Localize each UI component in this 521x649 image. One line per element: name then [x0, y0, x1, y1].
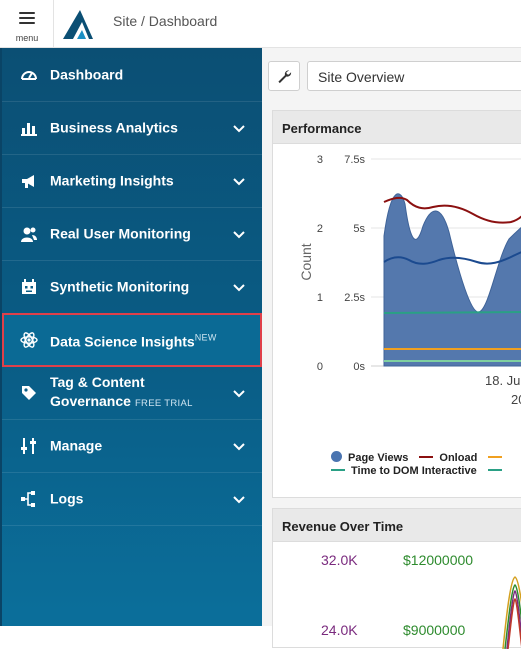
robot-icon: [20, 278, 38, 296]
chevron-down-icon: [232, 280, 246, 294]
main-content: Site Overview Performance 3 2 1 0 7.5s 5…: [262, 48, 521, 649]
revenue-card: Revenue Over Time 32.0K $12000000 24.0K …: [272, 508, 521, 649]
chevron-down-icon: [232, 439, 246, 453]
revenue-title: Revenue Over Time: [273, 509, 521, 542]
atom-icon: [20, 331, 38, 349]
gauge-icon: [20, 66, 38, 84]
sidebar-item-business-analytics[interactable]: Business Analytics: [2, 101, 262, 155]
chevron-down-icon: [232, 121, 246, 135]
chevron-down-icon: [232, 386, 246, 400]
x-axis-date: 18. Ju: [485, 373, 520, 388]
legend-page-views[interactable]: Page Views: [331, 451, 409, 464]
y-axis-label: Count: [298, 243, 314, 280]
line-swatch: [488, 456, 503, 458]
line-swatch: [487, 469, 502, 471]
revenue-left-axis-tick: 24.0K: [321, 622, 358, 638]
page-views-area: [383, 193, 521, 367]
sidebar-item-data-science-insights[interactable]: Data Science InsightsNEW: [2, 313, 262, 367]
sidebar-item-label: Business Analytics: [50, 119, 178, 135]
chart-legend: Page Views Onload Time to DOM Interactiv…: [331, 451, 508, 479]
revenue-left-axis-tick: 32.0K: [321, 552, 358, 568]
performance-chart[interactable]: 3 2 1 0 7.5s 5s 2.5s 0s Count 18. Ju 20: [273, 144, 521, 444]
users-icon: [20, 225, 38, 243]
chevron-down-icon: [232, 492, 246, 506]
count-tick: 2: [317, 223, 323, 235]
sidebar-item-real-user-monitoring[interactable]: Real User Monitoring: [2, 207, 262, 261]
megaphone-icon: [20, 172, 38, 190]
tti-line: [383, 311, 521, 314]
tag-icon: [20, 384, 38, 402]
time-tick: 5s: [353, 223, 365, 235]
chevron-down-icon: [232, 227, 246, 241]
new-badge: NEW: [194, 332, 217, 343]
revenue-chart-peaks: [502, 576, 521, 649]
sidebar-item-synthetic-monitoring[interactable]: Synthetic Monitoring: [2, 260, 262, 314]
sidebar-item-manage[interactable]: Manage: [2, 419, 262, 473]
sidebar-item-label: Data Science InsightsNEW: [50, 328, 217, 351]
settings-button[interactable]: [268, 61, 300, 91]
performance-card: Performance 3 2 1 0 7.5s 5s 2.5s 0s Coun…: [272, 110, 521, 498]
sidebar: Dashboard Business Analytics Marketing I…: [0, 48, 262, 626]
breadcrumb: Site / Dashboard: [113, 13, 218, 29]
sidebar-item-text-line2: Governance: [50, 392, 131, 409]
count-tick: 1: [317, 292, 323, 304]
x-axis-year: 20: [511, 392, 521, 407]
sidebar-item-label: Dashboard: [50, 66, 124, 82]
sidebar-item-tag-content-governance[interactable]: Tag & Content Governance FREE TRIAL: [2, 366, 262, 420]
sidebar-item-dashboard[interactable]: Dashboard: [2, 48, 262, 102]
logo-icon: [63, 10, 93, 39]
count-tick: 3: [317, 154, 323, 166]
revenue-right-axis-tick: $9000000: [403, 622, 466, 638]
hierarchy-icon: [20, 490, 38, 508]
sidebar-item-label: Logs: [50, 490, 84, 506]
sidebar-item-text: Data Science Insights: [50, 332, 195, 349]
site-select[interactable]: Site Overview: [307, 61, 521, 91]
sliders-icon: [20, 437, 38, 455]
time-tick: 2.5s: [344, 292, 365, 304]
sidebar-item-label: Synthetic Monitoring: [50, 278, 190, 294]
revenue-right-axis-tick: $12000000: [403, 552, 474, 568]
legend-onload[interactable]: Onload: [419, 452, 477, 464]
legend-label: Page Views: [348, 452, 409, 464]
wrench-icon: [278, 70, 292, 84]
top-bar: menu Site / Dashboard: [0, 0, 521, 48]
performance-title: Performance: [273, 111, 521, 144]
menu-label: menu: [15, 33, 39, 43]
time-tick: 7.5s: [344, 154, 365, 166]
menu-button[interactable]: menu: [0, 0, 54, 47]
legend-label: Time to DOM Interactive: [351, 465, 477, 477]
sidebar-item-label: Manage: [50, 437, 103, 453]
sidebar-item-label: Marketing Insights: [50, 172, 174, 188]
circle-icon: [331, 451, 342, 462]
hamburger-icon: [19, 12, 35, 27]
free-trial-badge: FREE TRIAL: [134, 397, 193, 409]
count-tick: 0: [317, 361, 323, 373]
legend-tti[interactable]: Time to DOM Interactive: [331, 465, 477, 477]
chevron-down-icon: [232, 174, 246, 188]
sidebar-item-text-line1: Tag & Content: [50, 373, 145, 390]
sidebar-item-label: Real User Monitoring: [50, 225, 191, 241]
sidebar-item-label: Tag & Content Governance FREE TRIAL: [50, 373, 193, 413]
sidebar-item-marketing-insights[interactable]: Marketing Insights: [2, 154, 262, 208]
line-swatch: [331, 469, 345, 471]
legend-label: Onload: [439, 452, 478, 464]
line-swatch: [419, 456, 434, 458]
time-tick: 0s: [353, 361, 365, 373]
bar-chart-icon: [20, 119, 38, 137]
sidebar-item-logs[interactable]: Logs: [2, 472, 262, 526]
